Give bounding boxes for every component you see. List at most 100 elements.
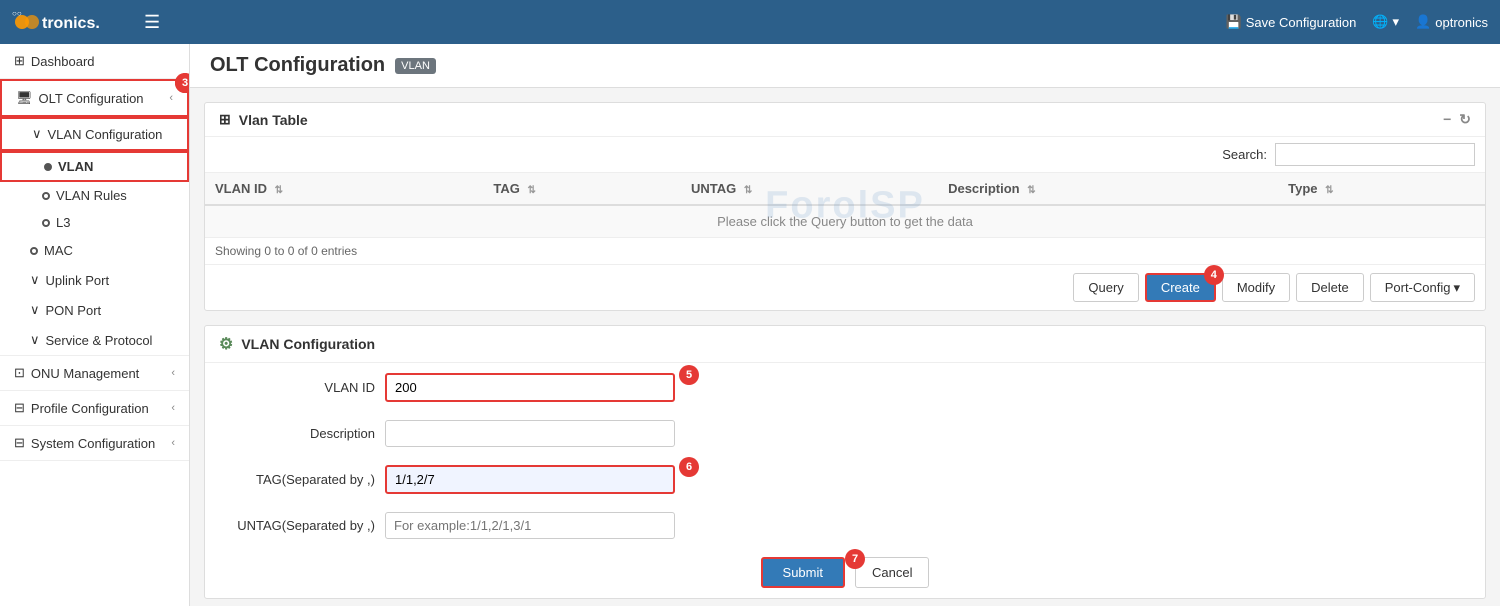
badge-3: 3 <box>175 73 190 93</box>
user-icon: 👤 <box>1415 14 1431 30</box>
hamburger-icon[interactable]: ☰ <box>144 12 160 33</box>
col-description: Description ⇅ <box>938 173 1278 205</box>
delete-button[interactable]: Delete <box>1296 273 1364 302</box>
vlan-table-title: Vlan Table <box>239 112 308 128</box>
monitor-icon: 🖥 <box>16 90 33 106</box>
sidebar-item-vlan-rules[interactable]: VLAN Rules <box>0 182 189 209</box>
profile-arrow-icon: ‹ <box>171 402 175 414</box>
navbar-right: 💾 Save Configuration 🌐 ▾ 👤 optronics <box>1226 14 1488 30</box>
vlan-config-form: VLAN ID 5 Description TAG(Separated by , <box>205 363 1485 598</box>
cancel-button[interactable]: Cancel <box>855 557 929 588</box>
content-header: OLT Configuration VLAN <box>190 44 1500 88</box>
minimize-icon[interactable]: − <box>1443 111 1451 128</box>
vlan-id-field[interactable] <box>385 373 675 402</box>
circle-icon-mac <box>30 247 38 255</box>
vlan-rules-label: VLAN Rules <box>56 188 127 203</box>
badge-7: 7 <box>845 549 865 569</box>
vlan-table-panel-header: ⊞ Vlan Table − ↻ <box>205 103 1485 137</box>
pon-port-label: PON Port <box>46 303 102 318</box>
empty-message: Please click the Query button to get the… <box>205 205 1485 238</box>
query-button[interactable]: Query <box>1073 273 1138 302</box>
panel-header-left: ⊞ Vlan Table <box>219 111 308 128</box>
port-config-button[interactable]: Port-Config ▾ <box>1370 273 1475 302</box>
service-protocol-label: Service & Protocol <box>46 333 153 348</box>
sidebar-item-profile-config[interactable]: ⊟ Profile Configuration ‹ <box>0 391 189 425</box>
form-group-vlan-id: VLAN ID 5 <box>215 373 1475 402</box>
sidebar-section-system: ⊟ System Configuration ‹ <box>0 426 189 461</box>
action-buttons: Query Create 4 Modify Delete Port-Config… <box>205 264 1485 310</box>
badge-5: 5 <box>679 365 699 385</box>
sidebar-item-dashboard[interactable]: ⊞ Dashboard <box>0 44 189 78</box>
sort-arrow-desc: ⇅ <box>1027 185 1035 196</box>
sidebar-section-olt: 🖥 OLT Configuration ‹ 1 ∨ VLAN Configura… <box>0 79 189 356</box>
sidebar-dashboard-label: Dashboard <box>31 54 95 69</box>
logo: tronics. ○○ <box>12 8 132 36</box>
lang-arrow: ▾ <box>1393 14 1400 30</box>
badge-4: 4 <box>1204 265 1224 285</box>
untag-field[interactable] <box>385 512 675 539</box>
chevron-right-icon: ∨ <box>30 272 40 288</box>
sidebar-item-system-config[interactable]: ⊟ System Configuration ‹ <box>0 426 189 460</box>
vlan-label: VLAN <box>58 159 93 174</box>
vlan-config-title: VLAN Configuration <box>241 336 375 352</box>
save-icon: 💾 <box>1226 14 1242 30</box>
sidebar-item-vlan[interactable]: VLAN 3 <box>0 151 189 182</box>
language-button[interactable]: 🌐 ▾ <box>1372 14 1399 30</box>
port-config-label: Port-Config <box>1385 280 1451 295</box>
modify-button[interactable]: Modify <box>1222 273 1290 302</box>
submit-button[interactable]: Submit <box>761 557 845 588</box>
form-group-tag: TAG(Separated by ,) 6 <box>215 465 1475 494</box>
vlan-table-panel: ⊞ Vlan Table − ↻ Search: ForolSP <box>204 102 1486 311</box>
sidebar-section-dashboard: ⊞ Dashboard <box>0 44 189 79</box>
table-empty-row: Please click the Query button to get the… <box>205 205 1485 238</box>
vlan-data-table: VLAN ID ⇅ TAG ⇅ UNTAG ⇅ Description ⇅ Ty… <box>205 173 1485 238</box>
form-group-untag: UNTAG(Separated by ,) <box>215 512 1475 539</box>
sidebar-item-onu-management[interactable]: ⊡ ONU Management ‹ <box>0 356 189 390</box>
sidebar-olt-label: OLT Configuration <box>39 91 144 106</box>
col-tag: TAG ⇅ <box>483 173 681 205</box>
onu-label: ONU Management <box>31 366 139 381</box>
svg-text:○○: ○○ <box>12 9 22 18</box>
form-group-description: Description <box>215 420 1475 447</box>
sidebar-item-service-protocol[interactable]: ∨ Service & Protocol <box>0 325 189 355</box>
system-label: System Configuration <box>31 436 155 451</box>
save-config-button[interactable]: 💾 Save Configuration <box>1226 14 1357 30</box>
description-field[interactable] <box>385 420 675 447</box>
sidebar-item-olt-config[interactable]: 🖥 OLT Configuration ‹ 1 <box>0 79 189 117</box>
system-icon: ⊟ <box>14 435 25 451</box>
uplink-port-label: Uplink Port <box>46 273 110 288</box>
sidebar-item-vlan-config[interactable]: ∨ VLAN Configuration 2 <box>0 117 189 151</box>
content-body: ⊞ Vlan Table − ↻ Search: ForolSP <box>190 88 1500 606</box>
vlan-config-header-left: ⚙ VLAN Configuration <box>219 334 375 354</box>
sidebar-item-uplink-port[interactable]: ∨ Uplink Port <box>0 265 189 295</box>
chevron-svc-icon: ∨ <box>30 332 40 348</box>
refresh-icon[interactable]: ↻ <box>1459 111 1471 128</box>
table-header-row: VLAN ID ⇅ TAG ⇅ UNTAG ⇅ Description ⇅ Ty… <box>205 173 1485 205</box>
user-menu-button[interactable]: 👤 optronics <box>1415 14 1488 30</box>
col-vlan-id: VLAN ID ⇅ <box>205 173 483 205</box>
olt-arrow-icon: ‹ <box>169 92 173 104</box>
search-input[interactable] <box>1275 143 1475 166</box>
profile-icon: ⊟ <box>14 400 25 416</box>
circle-filled-icon <box>44 163 52 171</box>
save-config-label: Save Configuration <box>1246 15 1357 30</box>
vlan-config-label: VLAN Configuration <box>48 127 163 142</box>
sort-arrow-untag: ⇅ <box>744 185 752 196</box>
chevron-down-icon: ∨ <box>32 126 42 142</box>
l3-label: L3 <box>56 215 70 230</box>
profile-label: Profile Configuration <box>31 401 149 416</box>
untag-label: UNTAG(Separated by ,) <box>215 518 375 533</box>
table-wrapper: ForolSP VLAN ID ⇅ TAG ⇅ UNTAG ⇅ Descript… <box>205 173 1485 238</box>
tag-field[interactable] <box>385 465 675 494</box>
svg-text:tronics.: tronics. <box>42 15 100 32</box>
search-row: Search: <box>205 137 1485 173</box>
navbar: tronics. ○○ ☰ 💾 Save Configuration 🌐 ▾ 👤… <box>0 0 1500 44</box>
vlan-config-panel: ⚙ VLAN Configuration VLAN ID 5 <box>204 325 1486 599</box>
badge-6: 6 <box>679 457 699 477</box>
sidebar-item-l3[interactable]: L3 <box>0 209 189 236</box>
circle-icon-l3 <box>42 219 50 227</box>
description-label: Description <box>215 426 375 441</box>
sidebar-item-pon-port[interactable]: ∨ PON Port <box>0 295 189 325</box>
sidebar-item-mac[interactable]: MAC <box>0 236 189 265</box>
sidebar-section-onu: ⊡ ONU Management ‹ <box>0 356 189 391</box>
